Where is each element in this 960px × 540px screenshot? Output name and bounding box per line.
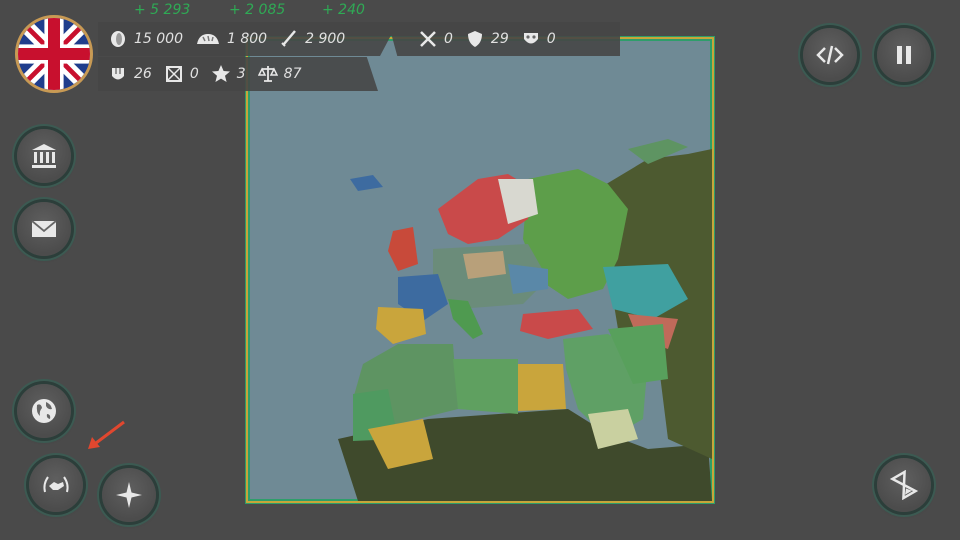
broken-stat[interactable]: 0 [164, 64, 199, 84]
star-icon [211, 65, 230, 82]
income-gains: + 5 293 + 2 085 + 240 [0, 2, 960, 20]
territory-spain[interactable] [376, 307, 426, 344]
military-bar: 0 29 0 [388, 22, 620, 56]
gold-value: 15 000 [134, 31, 183, 47]
crossed-stat[interactable]: 0 [418, 29, 453, 49]
status-bar: 26 0 3 87 [98, 57, 378, 91]
broken-value: 0 [189, 66, 199, 82]
player-flag[interactable] [15, 15, 93, 93]
shield-icon [467, 31, 482, 47]
code-button[interactable] [803, 28, 857, 82]
hourglass-button[interactable] [877, 458, 931, 512]
territory-uk[interactable] [388, 227, 418, 271]
food-gain: + 2 085 [229, 2, 286, 18]
crossed-swords-icon [420, 31, 436, 47]
diplomacy-button[interactable] [29, 458, 83, 512]
world-map[interactable] [246, 37, 714, 503]
territory-turkey[interactable] [520, 309, 593, 339]
defense-value: 26 [134, 66, 152, 82]
hourglass-icon [889, 470, 919, 500]
crossed-value: 0 [444, 31, 453, 47]
uk-flag-icon [18, 18, 90, 90]
red-arrow-icon [88, 420, 125, 449]
messages-button[interactable] [17, 202, 71, 256]
justice-value: 87 [283, 66, 302, 82]
justice-stat[interactable]: 87 [257, 64, 302, 84]
sword-icon [281, 30, 297, 47]
resources-bar: 15 000 1 800 2 900 [98, 22, 398, 56]
broken-shield-icon [165, 66, 182, 82]
manpower-gain: + 240 [322, 2, 365, 18]
bank-icon [32, 144, 56, 168]
manpower-stat[interactable]: 2 900 [279, 29, 345, 49]
territory-germany[interactable] [463, 251, 506, 279]
pause-button[interactable] [877, 28, 931, 82]
world-button[interactable] [17, 384, 71, 438]
gold-gain: + 5 293 [134, 2, 191, 18]
government-button[interactable] [17, 129, 71, 183]
bread-icon [197, 34, 219, 44]
handshake-icon [43, 476, 69, 493]
coin-icon [111, 31, 125, 47]
food-value: 1 800 [227, 31, 268, 47]
stars-stat[interactable]: 3 [211, 64, 246, 84]
territory-libya[interactable] [453, 359, 518, 414]
scales-icon [257, 66, 278, 82]
shields-stat[interactable]: 29 [465, 29, 509, 49]
territory-iceland[interactable] [350, 175, 383, 191]
globe-icon [32, 399, 56, 423]
food-stat[interactable]: 1 800 [195, 29, 267, 49]
compass-icon [116, 482, 142, 508]
pause-icon [897, 46, 911, 64]
shields-value: 29 [490, 31, 509, 47]
code-icon [816, 45, 844, 65]
stars-value: 3 [236, 66, 246, 82]
territory-ukraine[interactable] [508, 264, 548, 294]
compass-button[interactable] [102, 468, 156, 522]
territory-egypt[interactable] [518, 364, 566, 411]
gold-stat[interactable]: 15 000 [108, 29, 183, 49]
mask-icon [523, 33, 538, 44]
manpower-value: 2 900 [305, 31, 346, 47]
map-territories [338, 139, 712, 501]
defense-stat[interactable]: 26 [108, 64, 152, 84]
masks-value: 0 [546, 31, 556, 47]
helmet-icon [112, 68, 124, 80]
masks-stat[interactable]: 0 [521, 29, 556, 49]
envelope-icon [31, 220, 57, 237]
